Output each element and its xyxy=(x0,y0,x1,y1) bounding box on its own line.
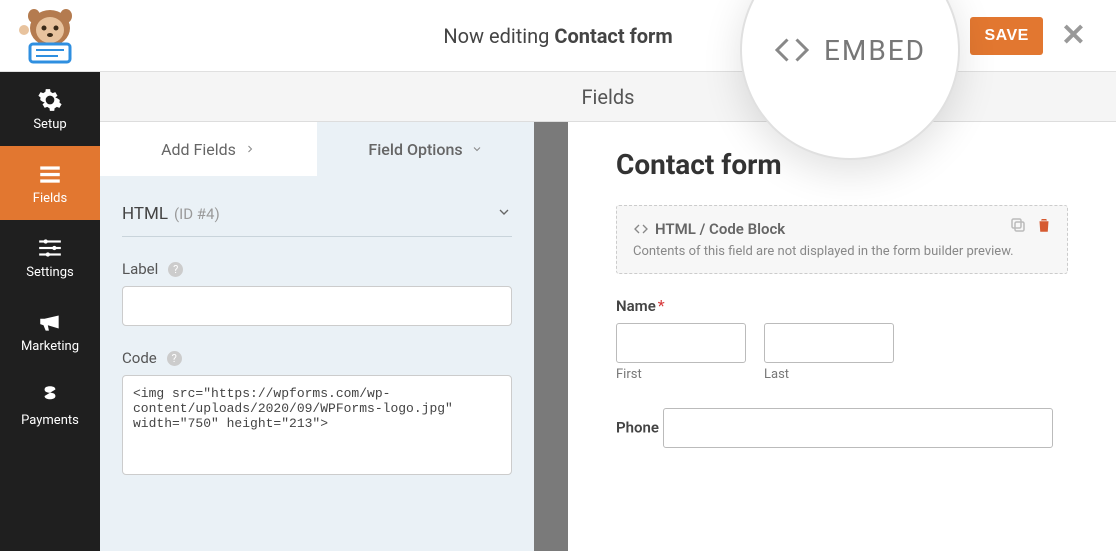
help-icon[interactable]: ? xyxy=(168,262,183,277)
code-icon xyxy=(633,221,649,237)
field-options-panel: HTML (ID #4) Label ? Code ? xyxy=(100,176,534,495)
tab-label: Field Options xyxy=(368,140,462,159)
chevron-down-icon xyxy=(496,204,512,224)
preview-column: Contact form HTML / Code Block Contents … xyxy=(568,122,1116,551)
subheader-title: Fields xyxy=(582,85,635,109)
subheader: Fields xyxy=(100,72,1116,122)
phone-input[interactable] xyxy=(663,408,1053,448)
close-icon[interactable]: ✕ xyxy=(1061,18,1086,53)
field-type: HTML xyxy=(122,204,168,224)
dollar-icon xyxy=(37,383,63,409)
bullhorn-icon xyxy=(37,309,63,335)
last-label: Last xyxy=(764,367,894,382)
codeblock-subtitle: Contents of this field are not displayed… xyxy=(633,244,1051,259)
required-mark: * xyxy=(658,296,665,315)
phone-label: Phone xyxy=(616,419,659,437)
help-icon[interactable]: ? xyxy=(167,351,182,366)
first-label: First xyxy=(616,367,746,382)
codeblock-title: HTML / Code Block xyxy=(633,220,1051,238)
tab-field-options[interactable]: Field Options xyxy=(317,122,534,176)
sidebar-item-fields[interactable]: Fields xyxy=(0,146,100,220)
list-icon xyxy=(37,161,63,187)
group-code: Code ? xyxy=(122,348,512,479)
mascot-logo xyxy=(0,0,100,72)
sliders-icon xyxy=(37,235,63,261)
chevron-down-icon xyxy=(471,143,483,155)
left-column: Add Fields Field Options HTML (ID #4) xyxy=(100,122,534,551)
field-phone[interactable]: Phone xyxy=(616,400,1068,448)
gear-icon xyxy=(37,87,63,113)
subfield-first: First xyxy=(616,323,746,382)
trash-icon[interactable] xyxy=(1035,216,1053,234)
first-name-input[interactable] xyxy=(616,323,746,363)
code-title: Code xyxy=(122,349,157,367)
name-label: Name xyxy=(616,297,656,315)
sidebar-item-label: Setup xyxy=(33,117,66,132)
chevron-right-icon xyxy=(244,143,256,155)
tab-label: Add Fields xyxy=(161,140,236,159)
tabs: Add Fields Field Options xyxy=(100,122,534,176)
codeblock-title-text: HTML / Code Block xyxy=(655,220,785,238)
sidebar-item-setup[interactable]: Setup xyxy=(0,72,100,146)
code-textarea[interactable] xyxy=(122,375,512,475)
content: Fields Add Fields Field Options HTML xyxy=(100,72,1116,551)
sidebar-item-label: Fields xyxy=(33,191,67,206)
form-name: Contact form xyxy=(554,24,672,48)
sidebar-item-settings[interactable]: Settings xyxy=(0,220,100,294)
group-label: Label ? xyxy=(122,259,512,326)
editing-prefix: Now editing xyxy=(443,24,554,48)
sidebar-item-label: Payments xyxy=(21,413,79,428)
last-name-input[interactable] xyxy=(764,323,894,363)
sidebar-item-payments[interactable]: Payments xyxy=(0,368,100,442)
code-icon xyxy=(774,32,810,68)
magnifier-embed-text: EMBED xyxy=(824,34,926,67)
save-button[interactable]: SAVE xyxy=(970,17,1042,55)
subfield-last: Last xyxy=(764,323,894,382)
sidebar-item-label: Settings xyxy=(26,265,73,280)
main: Setup Fields Settings Marketing Payments… xyxy=(0,72,1116,551)
field-head[interactable]: HTML (ID #4) xyxy=(122,192,512,237)
duplicate-icon[interactable] xyxy=(1009,216,1027,234)
sidebar: Setup Fields Settings Marketing Payments xyxy=(0,72,100,551)
field-name[interactable]: Name* First Last xyxy=(616,296,1068,382)
label-input[interactable] xyxy=(122,286,512,326)
field-id: (ID #4) xyxy=(174,205,220,223)
sidebar-item-marketing[interactable]: Marketing xyxy=(0,294,100,368)
label-title: Label xyxy=(122,260,158,278)
sidebar-item-label: Marketing xyxy=(21,339,79,354)
field-html-codeblock[interactable]: HTML / Code Block Contents of this field… xyxy=(616,205,1068,274)
tab-add-fields[interactable]: Add Fields xyxy=(100,122,317,176)
gutter xyxy=(534,122,568,551)
